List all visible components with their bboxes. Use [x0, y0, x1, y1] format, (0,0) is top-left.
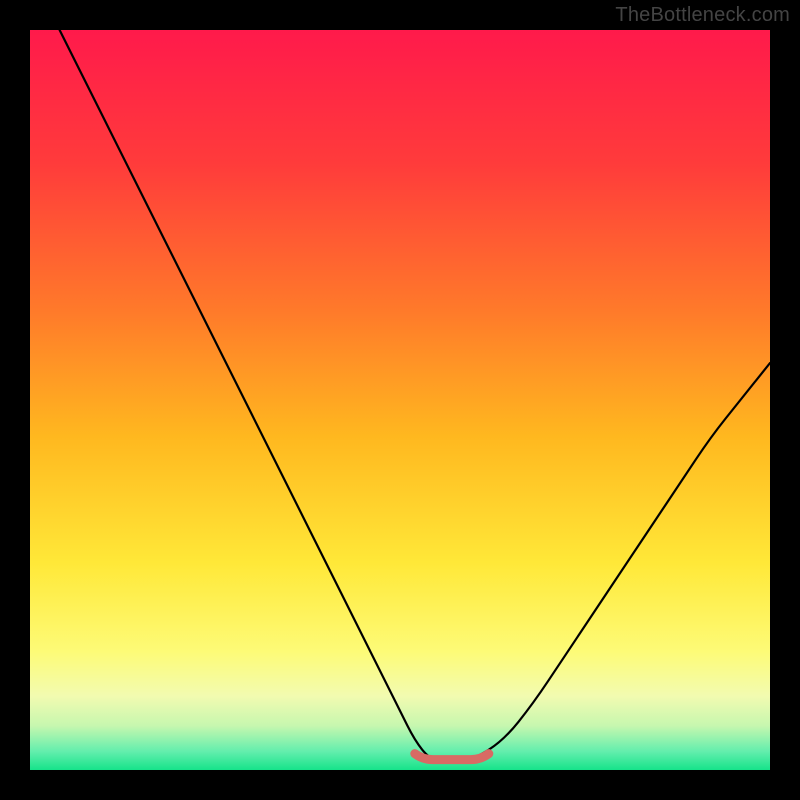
flat-segment — [415, 754, 489, 760]
chart-frame: TheBottleneck.com — [0, 0, 800, 800]
plot-area — [30, 30, 770, 770]
attribution-label: TheBottleneck.com — [615, 4, 790, 27]
bottleneck-curve — [60, 30, 770, 761]
curve-layer — [30, 30, 770, 770]
